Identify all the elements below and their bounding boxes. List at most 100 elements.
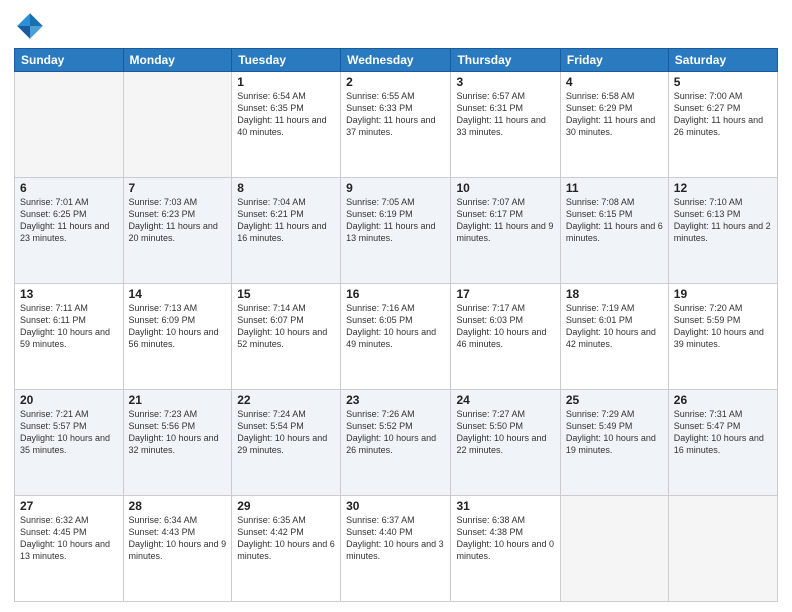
table-row: 28Sunrise: 6:34 AM Sunset: 4:43 PM Dayli… xyxy=(123,496,232,602)
table-row: 14Sunrise: 7:13 AM Sunset: 6:09 PM Dayli… xyxy=(123,284,232,390)
day-info: Sunrise: 7:04 AM Sunset: 6:21 PM Dayligh… xyxy=(237,196,335,245)
day-number: 2 xyxy=(346,75,445,89)
day-info: Sunrise: 7:00 AM Sunset: 6:27 PM Dayligh… xyxy=(674,90,772,139)
day-number: 1 xyxy=(237,75,335,89)
day-info: Sunrise: 6:32 AM Sunset: 4:45 PM Dayligh… xyxy=(20,514,118,563)
table-row: 13Sunrise: 7:11 AM Sunset: 6:11 PM Dayli… xyxy=(15,284,124,390)
calendar-week-row: 20Sunrise: 7:21 AM Sunset: 5:57 PM Dayli… xyxy=(15,390,778,496)
table-row: 8Sunrise: 7:04 AM Sunset: 6:21 PM Daylig… xyxy=(232,178,341,284)
day-info: Sunrise: 6:35 AM Sunset: 4:42 PM Dayligh… xyxy=(237,514,335,563)
day-info: Sunrise: 6:38 AM Sunset: 4:38 PM Dayligh… xyxy=(456,514,554,563)
table-row: 23Sunrise: 7:26 AM Sunset: 5:52 PM Dayli… xyxy=(341,390,451,496)
col-wednesday: Wednesday xyxy=(341,49,451,72)
table-row: 5Sunrise: 7:00 AM Sunset: 6:27 PM Daylig… xyxy=(668,72,777,178)
day-number: 10 xyxy=(456,181,554,195)
table-row: 25Sunrise: 7:29 AM Sunset: 5:49 PM Dayli… xyxy=(560,390,668,496)
day-number: 27 xyxy=(20,499,118,513)
day-number: 6 xyxy=(20,181,118,195)
table-row: 22Sunrise: 7:24 AM Sunset: 5:54 PM Dayli… xyxy=(232,390,341,496)
day-info: Sunrise: 7:11 AM Sunset: 6:11 PM Dayligh… xyxy=(20,302,118,351)
day-number: 7 xyxy=(129,181,227,195)
day-info: Sunrise: 7:01 AM Sunset: 6:25 PM Dayligh… xyxy=(20,196,118,245)
day-info: Sunrise: 7:08 AM Sunset: 6:15 PM Dayligh… xyxy=(566,196,663,245)
day-number: 28 xyxy=(129,499,227,513)
day-info: Sunrise: 7:31 AM Sunset: 5:47 PM Dayligh… xyxy=(674,408,772,457)
day-number: 19 xyxy=(674,287,772,301)
table-row: 20Sunrise: 7:21 AM Sunset: 5:57 PM Dayli… xyxy=(15,390,124,496)
table-row: 11Sunrise: 7:08 AM Sunset: 6:15 PM Dayli… xyxy=(560,178,668,284)
table-row xyxy=(123,72,232,178)
day-info: Sunrise: 7:24 AM Sunset: 5:54 PM Dayligh… xyxy=(237,408,335,457)
calendar-header-row: Sunday Monday Tuesday Wednesday Thursday… xyxy=(15,49,778,72)
logo-icon xyxy=(14,10,46,42)
table-row: 3Sunrise: 6:57 AM Sunset: 6:31 PM Daylig… xyxy=(451,72,560,178)
day-info: Sunrise: 6:57 AM Sunset: 6:31 PM Dayligh… xyxy=(456,90,554,139)
day-info: Sunrise: 7:14 AM Sunset: 6:07 PM Dayligh… xyxy=(237,302,335,351)
day-info: Sunrise: 7:16 AM Sunset: 6:05 PM Dayligh… xyxy=(346,302,445,351)
table-row: 9Sunrise: 7:05 AM Sunset: 6:19 PM Daylig… xyxy=(341,178,451,284)
header xyxy=(14,10,778,42)
day-number: 15 xyxy=(237,287,335,301)
table-row: 21Sunrise: 7:23 AM Sunset: 5:56 PM Dayli… xyxy=(123,390,232,496)
table-row: 1Sunrise: 6:54 AM Sunset: 6:35 PM Daylig… xyxy=(232,72,341,178)
calendar-table: Sunday Monday Tuesday Wednesday Thursday… xyxy=(14,48,778,602)
day-number: 13 xyxy=(20,287,118,301)
table-row: 24Sunrise: 7:27 AM Sunset: 5:50 PM Dayli… xyxy=(451,390,560,496)
calendar-week-row: 27Sunrise: 6:32 AM Sunset: 4:45 PM Dayli… xyxy=(15,496,778,602)
col-sunday: Sunday xyxy=(15,49,124,72)
table-row: 6Sunrise: 7:01 AM Sunset: 6:25 PM Daylig… xyxy=(15,178,124,284)
table-row: 30Sunrise: 6:37 AM Sunset: 4:40 PM Dayli… xyxy=(341,496,451,602)
day-info: Sunrise: 7:20 AM Sunset: 5:59 PM Dayligh… xyxy=(674,302,772,351)
day-number: 8 xyxy=(237,181,335,195)
table-row: 10Sunrise: 7:07 AM Sunset: 6:17 PM Dayli… xyxy=(451,178,560,284)
table-row: 26Sunrise: 7:31 AM Sunset: 5:47 PM Dayli… xyxy=(668,390,777,496)
table-row xyxy=(15,72,124,178)
day-info: Sunrise: 7:29 AM Sunset: 5:49 PM Dayligh… xyxy=(566,408,663,457)
col-thursday: Thursday xyxy=(451,49,560,72)
day-info: Sunrise: 7:10 AM Sunset: 6:13 PM Dayligh… xyxy=(674,196,772,245)
day-info: Sunrise: 7:05 AM Sunset: 6:19 PM Dayligh… xyxy=(346,196,445,245)
day-info: Sunrise: 7:03 AM Sunset: 6:23 PM Dayligh… xyxy=(129,196,227,245)
day-info: Sunrise: 7:13 AM Sunset: 6:09 PM Dayligh… xyxy=(129,302,227,351)
day-number: 11 xyxy=(566,181,663,195)
day-info: Sunrise: 7:07 AM Sunset: 6:17 PM Dayligh… xyxy=(456,196,554,245)
day-info: Sunrise: 7:19 AM Sunset: 6:01 PM Dayligh… xyxy=(566,302,663,351)
day-info: Sunrise: 7:26 AM Sunset: 5:52 PM Dayligh… xyxy=(346,408,445,457)
day-number: 17 xyxy=(456,287,554,301)
day-number: 25 xyxy=(566,393,663,407)
table-row: 4Sunrise: 6:58 AM Sunset: 6:29 PM Daylig… xyxy=(560,72,668,178)
day-number: 23 xyxy=(346,393,445,407)
table-row: 27Sunrise: 6:32 AM Sunset: 4:45 PM Dayli… xyxy=(15,496,124,602)
col-friday: Friday xyxy=(560,49,668,72)
day-info: Sunrise: 7:17 AM Sunset: 6:03 PM Dayligh… xyxy=(456,302,554,351)
day-info: Sunrise: 6:34 AM Sunset: 4:43 PM Dayligh… xyxy=(129,514,227,563)
table-row xyxy=(560,496,668,602)
table-row: 7Sunrise: 7:03 AM Sunset: 6:23 PM Daylig… xyxy=(123,178,232,284)
day-number: 9 xyxy=(346,181,445,195)
logo xyxy=(14,10,48,42)
table-row: 2Sunrise: 6:55 AM Sunset: 6:33 PM Daylig… xyxy=(341,72,451,178)
day-number: 29 xyxy=(237,499,335,513)
day-number: 16 xyxy=(346,287,445,301)
col-saturday: Saturday xyxy=(668,49,777,72)
col-monday: Monday xyxy=(123,49,232,72)
day-info: Sunrise: 6:54 AM Sunset: 6:35 PM Dayligh… xyxy=(237,90,335,139)
day-info: Sunrise: 7:27 AM Sunset: 5:50 PM Dayligh… xyxy=(456,408,554,457)
day-number: 12 xyxy=(674,181,772,195)
table-row: 17Sunrise: 7:17 AM Sunset: 6:03 PM Dayli… xyxy=(451,284,560,390)
day-number: 26 xyxy=(674,393,772,407)
calendar-week-row: 6Sunrise: 7:01 AM Sunset: 6:25 PM Daylig… xyxy=(15,178,778,284)
calendar-week-row: 13Sunrise: 7:11 AM Sunset: 6:11 PM Dayli… xyxy=(15,284,778,390)
day-number: 20 xyxy=(20,393,118,407)
day-number: 18 xyxy=(566,287,663,301)
day-number: 5 xyxy=(674,75,772,89)
table-row xyxy=(668,496,777,602)
page: Sunday Monday Tuesday Wednesday Thursday… xyxy=(0,0,792,612)
table-row: 16Sunrise: 7:16 AM Sunset: 6:05 PM Dayli… xyxy=(341,284,451,390)
day-info: Sunrise: 7:21 AM Sunset: 5:57 PM Dayligh… xyxy=(20,408,118,457)
col-tuesday: Tuesday xyxy=(232,49,341,72)
day-info: Sunrise: 6:55 AM Sunset: 6:33 PM Dayligh… xyxy=(346,90,445,139)
day-number: 4 xyxy=(566,75,663,89)
calendar-week-row: 1Sunrise: 6:54 AM Sunset: 6:35 PM Daylig… xyxy=(15,72,778,178)
day-info: Sunrise: 6:37 AM Sunset: 4:40 PM Dayligh… xyxy=(346,514,445,563)
